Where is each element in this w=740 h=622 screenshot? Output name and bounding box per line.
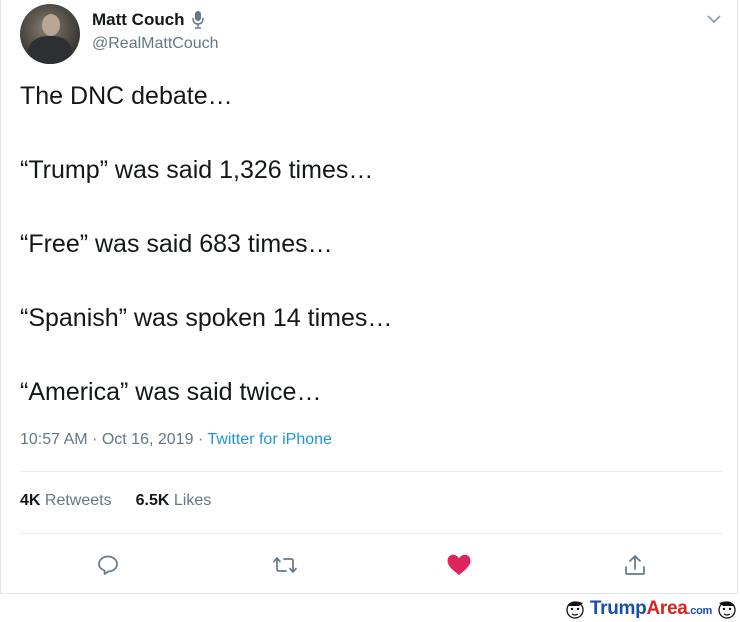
tweet-source-link[interactable]: Twitter for iPhone [207,431,332,448]
tweet-metadata: 10:57 AM · Oct 16, 2019 · Twitter for iP… [20,431,332,449]
author-display-name[interactable]: Matt Couch [92,10,185,30]
author-handle[interactable]: @RealMattCouch [92,35,219,53]
tweet-text-line: “America” was said twice… [20,378,322,406]
watermark-com: .com [687,605,713,617]
watermark-trump: Trump [589,598,647,619]
likes-label: Likes [173,492,212,509]
share-button[interactable] [622,552,648,578]
heart-icon [447,554,471,575]
meta-separator: · [197,431,204,448]
site-watermark: TrumpArea.com [564,596,738,622]
author-name-row: Matt Couch [92,10,205,30]
reply-button[interactable] [95,552,121,578]
tweet-text-line: The DNC debate… [20,82,233,110]
microphone-icon [191,11,204,29]
like-button[interactable] [446,552,472,578]
avatar[interactable] [20,4,80,64]
tweet-text-line: “Free” was said 683 times… [20,230,333,258]
cartoon-face-icon [718,601,736,619]
divider [20,471,723,472]
reply-icon [98,555,118,575]
chevron-down-icon[interactable] [705,10,723,28]
share-icon [625,555,645,575]
divider [20,533,723,534]
retweets-label: Retweets [44,492,112,509]
retweet-button[interactable] [272,552,298,578]
tweet-text-line: “Trump” was said 1,326 times… [20,156,374,184]
avatar-body [28,36,72,64]
retweet-icon [273,557,297,573]
avatar-face [42,14,60,36]
tweet-time[interactable]: 10:57 AM [20,431,88,448]
meta-separator: · [92,431,98,448]
tweet-stats: 4K Retweets 6.5K Likes [20,492,211,510]
retweets-stat[interactable]: 4K Retweets [20,492,112,510]
tweet-text-line: “Spanish” was spoken 14 times… [20,304,393,332]
watermark-text: TrumpArea.com [590,598,712,620]
tweet-date[interactable]: Oct 16, 2019 [102,431,194,448]
likes-count: 6.5K [135,492,170,509]
tweet-card: Matt Couch @RealMattCouch The DNC debate… [0,0,738,594]
watermark-area: Area [646,598,688,619]
likes-stat[interactable]: 6.5K Likes [136,492,212,510]
cartoon-face-icon [566,601,584,619]
retweets-count: 4K [20,492,41,509]
